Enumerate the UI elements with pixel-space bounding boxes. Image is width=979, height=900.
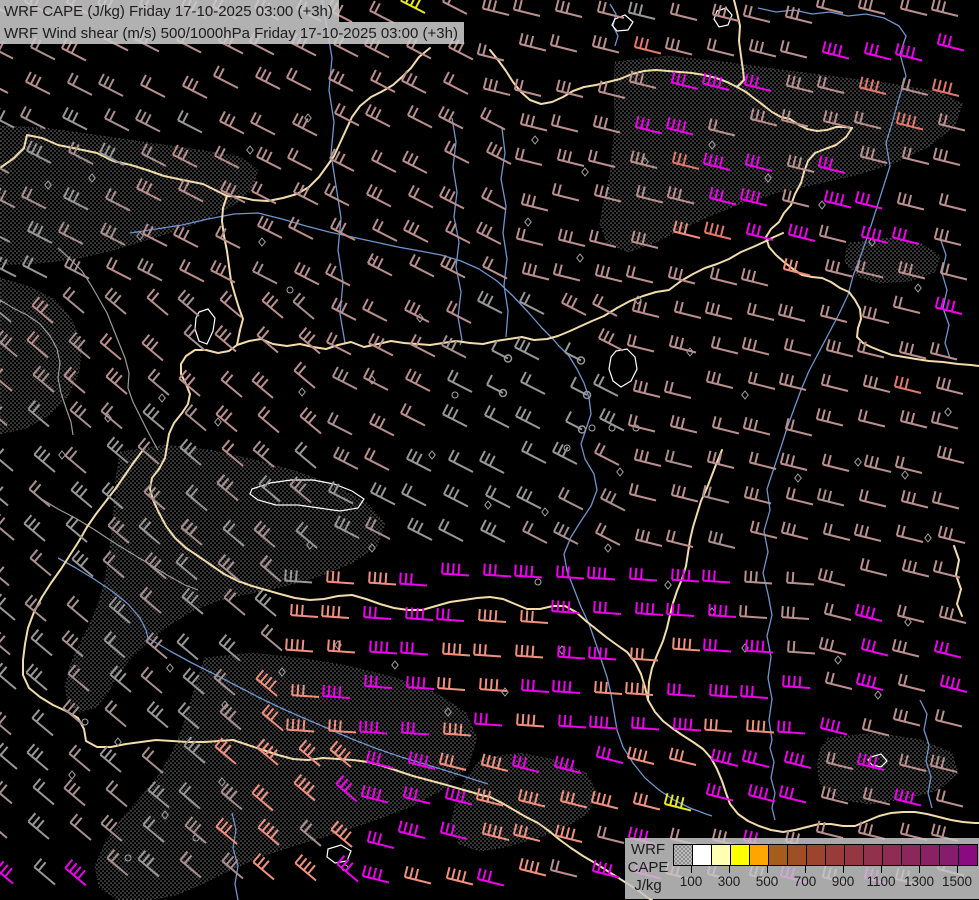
legend-color-box (806, 844, 826, 866)
legend-color-box (749, 844, 769, 866)
wrf-forecast-map-page: WRF CAPE (J/kg) Friday 17-10-2025 03:00 … (0, 0, 979, 900)
legend-color-box (920, 844, 940, 866)
legend-label-variable: CAPE (625, 859, 671, 877)
legend-tick (767, 866, 768, 873)
legend-color-box (939, 844, 959, 866)
legend-color-box (692, 844, 712, 866)
legend-label-unit: J/kg (625, 877, 671, 895)
legend-tick (957, 866, 958, 873)
legend-color-box (787, 844, 807, 866)
legend-tick (881, 866, 882, 873)
legend-color-strip (673, 844, 978, 866)
legend-color-box (882, 844, 902, 866)
legend-tick (805, 866, 806, 873)
legend-color-box (958, 844, 978, 866)
legend-tick-label: 1300 (904, 874, 934, 889)
cape-legend: WRF CAPE J/kg 100 300 500 700 900 1100 1300 150… (625, 838, 979, 899)
legend-color-box (844, 844, 864, 866)
legend-tick-label: 300 (718, 874, 741, 889)
legend-color-box (825, 844, 845, 866)
legend-tick (691, 866, 692, 873)
legend-color-box (768, 844, 788, 866)
legend-color-box (711, 844, 731, 866)
map-title-wind-shear: WRF Wind shear (m/s) 500/1000hPa Friday … (0, 22, 464, 44)
legend-labels: WRF CAPE J/kg (625, 841, 671, 895)
map-title-cape: WRF CAPE (J/kg) Friday 17-10-2025 03:00 … (0, 0, 339, 22)
legend-box-stipple (673, 844, 693, 866)
weather-map (0, 0, 979, 900)
legend-tick-label: 1500 (942, 874, 972, 889)
legend-tick (729, 866, 730, 873)
legend-tick (919, 866, 920, 873)
title-bar: WRF CAPE (J/kg) Friday 17-10-2025 03:00 … (0, 0, 464, 44)
legend-tick-label: 900 (832, 874, 855, 889)
legend-tick-label: 100 (680, 874, 703, 889)
legend-label-model: WRF (625, 841, 671, 859)
legend-color-box (863, 844, 883, 866)
legend-tick-label: 1100 (866, 874, 895, 889)
legend-color-box (901, 844, 921, 866)
legend-color-box (730, 844, 750, 866)
legend-tick (843, 866, 844, 873)
legend-tick-label: 700 (794, 874, 817, 889)
legend-tick-label: 500 (756, 874, 779, 889)
